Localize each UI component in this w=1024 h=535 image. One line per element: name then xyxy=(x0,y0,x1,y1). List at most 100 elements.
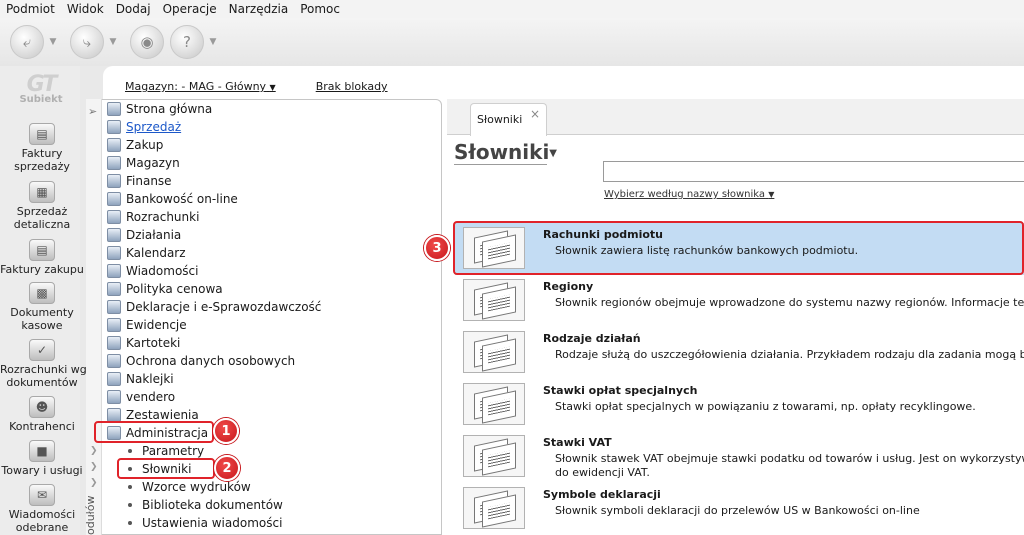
module-kontrahenci[interactable]: ☻ Kontrahenci xyxy=(0,396,84,433)
menu-operacje[interactable]: Operacje xyxy=(157,2,223,16)
title-underline xyxy=(454,164,547,165)
chevron-down-icon[interactable]: ▼ xyxy=(204,37,222,47)
dictionary-icon xyxy=(463,435,525,477)
nav-item-label: Magazyn xyxy=(126,155,180,170)
dictionary-row-rodzaje-dzialan[interactable]: Rodzaje działań Rodzaje służą do uszczeg… xyxy=(455,327,1024,379)
nav-subitem-label: Ustawienia wiadomości xyxy=(142,515,283,530)
lock-status-link[interactable]: Brak blokady xyxy=(316,80,388,93)
pin-icon[interactable]: ➢ xyxy=(88,105,97,118)
highlight-slowniki xyxy=(117,458,215,479)
bullet-icon xyxy=(128,502,132,507)
home-icon xyxy=(107,101,121,116)
price-icon xyxy=(107,281,121,296)
cash-register-icon: ▦ xyxy=(29,181,55,203)
app-logo: GT Subiekt xyxy=(16,72,66,112)
chevron-right-icon[interactable]: ❯ xyxy=(90,478,98,488)
nav-item-naklejki[interactable]: Naklejki xyxy=(107,370,174,387)
menu-pomoc[interactable]: Pomoc xyxy=(294,2,346,16)
module-dokumenty-kasowe[interactable]: ▩ Dokumenty kasowe xyxy=(0,282,84,332)
nav-item-kartoteki[interactable]: Kartoteki xyxy=(107,334,180,351)
dictionary-row-regiony[interactable]: Regiony Słownik regionów obejmuje wprowa… xyxy=(455,275,1024,327)
nav-item-deklaracje[interactable]: Deklaracje i e-Sprawozdawczość xyxy=(107,298,321,315)
module-wiadomosci-odebrane[interactable]: ✉ Wiadomości odebrane xyxy=(0,484,84,534)
module-faktury-zakupu[interactable]: ▤ Faktury zakupu xyxy=(0,239,84,276)
help-icon[interactable]: ? xyxy=(170,25,204,59)
menu-dodaj[interactable]: Dodaj xyxy=(110,2,157,16)
nav-item-label: Wiadomości xyxy=(126,263,199,278)
search-mode-dropdown[interactable]: Wybierz według nazwy słownika ▼ xyxy=(604,189,774,200)
module-label: Faktury zakupu xyxy=(0,263,84,276)
nav-item-bankowosc[interactable]: Bankowość on-line xyxy=(107,190,238,207)
page-title[interactable]: Słowniki▼ xyxy=(454,140,557,164)
dictionary-description: Rodzaje służą do uszczegółowienia działa… xyxy=(555,348,1024,361)
chevron-down-icon[interactable]: ▼ xyxy=(104,37,122,47)
dictionary-description: Stawki opłat specjalnych w powiązaniu z … xyxy=(555,400,976,413)
forward-icon[interactable]: ⤷ xyxy=(70,25,104,59)
bullet-icon xyxy=(128,484,132,489)
purchase-invoice-icon: ▤ xyxy=(29,239,55,261)
nav-item-rozrachunki[interactable]: Rozrachunki xyxy=(107,208,199,225)
cash-documents-icon: ▩ xyxy=(29,282,55,304)
nav-item-label: Ochrona danych osobowych xyxy=(126,353,296,368)
module-label: Kontrahenci xyxy=(9,420,75,433)
module-sprzedaz-detaliczna[interactable]: ▦ Sprzedaż detaliczna xyxy=(0,181,84,231)
step-badge-1: 1 xyxy=(213,418,239,444)
nav-subitem-wzorce[interactable]: Wzorce wydruków xyxy=(128,478,251,495)
nav-item-label: Finanse xyxy=(126,173,172,188)
nav-item-strona-glowna[interactable]: Strona główna xyxy=(107,100,212,117)
nav-item-magazyn[interactable]: Magazyn xyxy=(107,154,180,171)
search-input[interactable] xyxy=(603,161,1024,182)
chevron-down-icon: ▼ xyxy=(269,83,276,92)
sales-icon xyxy=(107,119,121,134)
nav-item-polityka-cenowa[interactable]: Polityka cenowa xyxy=(107,280,223,297)
nav-subitem-biblioteka[interactable]: Biblioteka dokumentów xyxy=(128,496,283,513)
module-label: Dokumenty kasowe xyxy=(10,306,74,332)
highlight-rachunki-podmiotu xyxy=(453,221,1024,275)
dictionary-row-stawki-vat[interactable]: Stawki VAT Słownik stawek VAT obejmuje s… xyxy=(455,431,1024,483)
chevron-down-icon[interactable]: ▼ xyxy=(44,37,62,47)
module-rozrachunki[interactable]: ✓ Rozrachunki wg dokumentów xyxy=(0,339,87,389)
nav-item-ewidencje[interactable]: Ewidencje xyxy=(107,316,187,333)
menu-podmiot[interactable]: Podmiot xyxy=(0,2,61,16)
chevron-right-icon[interactable]: ❯ xyxy=(90,462,98,472)
tab-slowniki[interactable]: Słowniki × xyxy=(470,103,547,136)
warehouse-icon xyxy=(107,155,121,170)
messages-icon xyxy=(107,263,121,278)
close-icon[interactable]: × xyxy=(530,107,540,121)
dictionary-row-stawki-oplat[interactable]: Stawki opłat specjalnych Stawki opłat sp… xyxy=(455,379,1024,431)
back-icon[interactable]: ⤶ xyxy=(10,25,44,59)
tab-label: Słowniki xyxy=(477,113,523,126)
module-faktury-sprzedazy[interactable]: ▤ Faktury sprzedaży xyxy=(0,123,84,173)
nav-subitem-ustawienia[interactable]: Ustawienia wiadomości xyxy=(128,514,282,531)
dictionary-row-symbole[interactable]: Symbole deklaracji Słownik symboli dekla… xyxy=(455,483,1024,535)
menu-narzedzia[interactable]: Narzędzia xyxy=(223,2,295,16)
bullet-icon xyxy=(128,520,132,525)
nav-item-zakup[interactable]: Zakup xyxy=(107,136,163,153)
module-label: Sprzedaż detaliczna xyxy=(13,205,71,231)
vendero-icon xyxy=(107,389,121,404)
module-label: Towary i usługi xyxy=(1,464,83,477)
dictionary-title: Regiony xyxy=(543,280,594,293)
nav-subitem-parametry[interactable]: Parametry xyxy=(128,442,204,459)
messages-icon: ✉ xyxy=(29,484,55,506)
coins-icon[interactable]: ◉ xyxy=(130,25,164,59)
dictionary-description: Słownik symboli deklaracji do przelewów … xyxy=(555,504,920,517)
settlements-icon: ✓ xyxy=(29,339,55,361)
dictionary-description: Słownik regionów obejmuje wprowadzone do… xyxy=(555,296,1024,309)
menu-widok[interactable]: Widok xyxy=(61,2,110,16)
chevron-right-icon[interactable]: ❯ xyxy=(90,446,98,456)
nav-item-sprzedaz[interactable]: Sprzedaż xyxy=(107,118,181,135)
nav-item-ochrona-danych[interactable]: Ochrona danych osobowych xyxy=(107,352,295,369)
warehouse-selector[interactable]: Magazyn: - MAG - Główny ▼ xyxy=(125,80,276,93)
nav-item-dzialania[interactable]: Działania xyxy=(107,226,181,243)
contractor-icon: ☻ xyxy=(29,396,55,418)
dictionary-icon xyxy=(463,279,525,321)
nav-item-vendero[interactable]: vendero xyxy=(107,388,175,405)
modules-side-label: odułów xyxy=(84,495,97,535)
nav-item-kalendarz[interactable]: Kalendarz xyxy=(107,244,186,261)
toolbar: ⤶ ▼ ⤷ ▼ ◉ ? ▼ xyxy=(0,18,1024,66)
module-label: Faktury sprzedaży xyxy=(14,147,70,173)
nav-item-wiadomosci[interactable]: Wiadomości xyxy=(107,262,198,279)
nav-item-finanse[interactable]: Finanse xyxy=(107,172,172,189)
module-towary-i-uslugi[interactable]: ■ Towary i usługi xyxy=(0,440,84,477)
